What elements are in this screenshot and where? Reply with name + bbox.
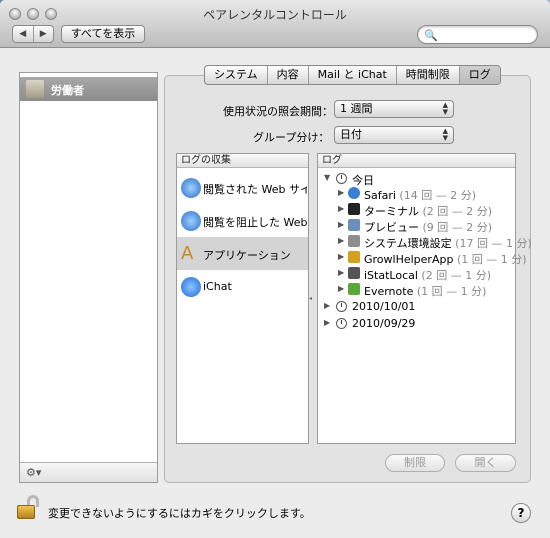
growl-icon xyxy=(348,251,360,263)
group-label: グループ分け： xyxy=(253,131,330,144)
disclosure-closed-icon[interactable]: ▶ xyxy=(338,188,344,197)
search-input[interactable]: 🔍 xyxy=(417,25,538,44)
lock-body xyxy=(17,505,35,519)
app-usage: (1 回 — 1 分) xyxy=(456,253,527,266)
gear-icon[interactable]: ⚙▾ xyxy=(26,466,41,479)
collection-visited-sites[interactable]: 閲覧された Web サイト xyxy=(177,171,308,204)
log-header: ログ xyxy=(318,154,515,168)
collections-list: ログの収集 閲覧された Web サイト 閲覧を阻止した Web サイト A アプ… xyxy=(176,153,309,444)
period-label: 使用状況の照会期間： xyxy=(223,105,333,118)
log-list: ログ ▼ 今日 ▶ Safari (14 回 — 2 分) ▶ ターミナル (2… xyxy=(317,153,532,444)
disclosure-closed-icon[interactable]: ▶ xyxy=(338,204,344,213)
log-app-row[interactable]: ▶ iStatLocal (2 回 — 1 分) xyxy=(318,266,515,282)
collection-blocked-sites[interactable]: 閲覧を阻止した Web サイト xyxy=(177,204,308,237)
app-usage: (17 回 — 1 分) xyxy=(455,237,532,250)
log-group-label: 2010/09/29 xyxy=(352,317,416,330)
period-value: 1 週間 xyxy=(340,102,373,115)
tab-bar: システム 内容 Mail と iChat 時間制限 ログ xyxy=(204,65,501,85)
preview-icon xyxy=(348,219,360,231)
show-all-button[interactable]: すべてを表示 xyxy=(61,25,145,43)
group-popup[interactable]: 日付 ▲ ▼ xyxy=(334,126,454,144)
app-name: iStatLocal xyxy=(364,269,418,282)
collection-label: アプリケーション xyxy=(203,249,291,262)
ichat-icon xyxy=(181,277,201,297)
app-usage: (2 回 — 1 分) xyxy=(421,269,491,282)
collection-label: 閲覧を阻止した Web サイト xyxy=(203,216,307,229)
split-handle-icon[interactable]: ◂ xyxy=(309,295,312,302)
collection-applications[interactable]: A アプリケーション xyxy=(177,237,308,270)
app-usage: (14 回 — 2 分) xyxy=(399,189,476,202)
log-group-date[interactable]: ▶ 2010/09/29 xyxy=(318,316,515,332)
app-name: システム環境設定 xyxy=(364,237,452,250)
app-name: ターミナル xyxy=(364,205,419,218)
app-name: Evernote xyxy=(364,285,414,298)
log-app-row[interactable]: ▶ ターミナル (2 回 — 2 分) xyxy=(318,202,515,218)
restrict-button[interactable]: 制限 xyxy=(385,454,445,472)
app-name: プレビュー xyxy=(364,221,419,234)
popup-arrows-icon: ▲ ▼ xyxy=(442,127,448,142)
app-usage: (2 回 — 2 分) xyxy=(422,205,493,218)
app-usage: (9 回 — 2 分) xyxy=(422,221,493,234)
lock-icon[interactable] xyxy=(17,495,43,519)
popup-arrows-icon: ▲ ▼ xyxy=(442,101,448,116)
tab-logs[interactable]: ログ xyxy=(459,66,500,84)
collection-label: 閲覧された Web サイト xyxy=(203,183,307,196)
log-app-row[interactable]: ▶ プレビュー (9 回 — 2 分) xyxy=(318,218,515,234)
evernote-icon xyxy=(348,283,360,295)
disclosure-closed-icon[interactable]: ▶ xyxy=(324,318,330,327)
titlebar: ペアレンタルコントロール ◀ ▶ すべてを表示 🔍 xyxy=(0,0,550,48)
safari-icon xyxy=(181,178,201,198)
log-group-date[interactable]: ▶ 2010/10/01 xyxy=(318,299,515,315)
disclosure-closed-icon[interactable]: ▶ xyxy=(338,220,344,229)
safari-blocked-icon xyxy=(181,211,201,231)
applications-icon: A xyxy=(181,243,194,264)
disclosure-open-icon[interactable]: ▼ xyxy=(324,173,330,182)
disclosure-closed-icon[interactable]: ▶ xyxy=(338,252,344,261)
disclosure-closed-icon[interactable]: ▶ xyxy=(338,268,344,277)
clock-icon xyxy=(336,173,347,184)
lock-message: 変更できないようにするにはカギをクリックします。 xyxy=(48,507,311,520)
search-icon: 🔍 xyxy=(424,29,438,42)
user-row[interactable]: 労働者 xyxy=(20,77,157,101)
app-name: GrowlHelperApp xyxy=(364,253,454,266)
clock-icon xyxy=(336,301,347,312)
app-usage: (1 回 — 1 分) xyxy=(416,285,487,298)
terminal-icon xyxy=(348,203,360,215)
tab-system[interactable]: システム xyxy=(205,66,268,84)
tab-time-limits[interactable]: 時間制限 xyxy=(397,66,460,84)
user-name: 労働者 xyxy=(51,84,84,97)
disclosure-closed-icon[interactable]: ▶ xyxy=(338,236,344,245)
log-group-label: 2010/10/01 xyxy=(352,300,416,313)
collection-ichat[interactable]: iChat xyxy=(177,270,308,303)
log-app-row[interactable]: ▶ Evernote (1 回 — 1 分) xyxy=(318,282,515,298)
clock-icon xyxy=(336,318,347,329)
user-list-footer: ⚙▾ xyxy=(20,462,157,482)
safari-icon xyxy=(348,187,360,199)
help-button[interactable]: ? xyxy=(511,503,531,523)
disclosure-closed-icon[interactable]: ▶ xyxy=(338,284,344,293)
collection-label: iChat xyxy=(203,280,232,293)
period-popup[interactable]: 1 週間 ▲ ▼ xyxy=(334,100,454,118)
group-value: 日付 xyxy=(340,128,362,141)
log-app-row[interactable]: ▶ システム環境設定 (17 回 — 1 分) xyxy=(318,234,532,250)
forward-button[interactable]: ▶ xyxy=(34,26,54,42)
collections-header: ログの収集 xyxy=(177,154,308,168)
avatar xyxy=(26,80,44,98)
window-title: ペアレンタルコントロール xyxy=(203,8,347,22)
app-name: Safari xyxy=(364,189,396,202)
preferences-window: ペアレンタルコントロール ◀ ▶ すべてを表示 🔍 労働者 ⚙▾ システム 内容… xyxy=(0,0,550,538)
istat-icon xyxy=(348,267,360,279)
back-button[interactable]: ◀ xyxy=(13,26,34,42)
nav-back-forward: ◀ ▶ xyxy=(12,25,54,43)
log-group-today[interactable]: ▼ 今日 xyxy=(318,171,515,187)
log-app-row[interactable]: ▶ GrowlHelperApp (1 回 — 1 分) xyxy=(318,250,527,266)
tab-content[interactable]: 内容 xyxy=(268,66,309,84)
log-app-row[interactable]: ▶ Safari (14 回 — 2 分) xyxy=(318,186,515,202)
system-preferences-icon xyxy=(348,235,360,247)
user-list: 労働者 ⚙▾ xyxy=(19,72,158,483)
tab-mail-ichat[interactable]: Mail と iChat xyxy=(309,66,397,84)
open-button[interactable]: 開く xyxy=(455,454,516,472)
disclosure-closed-icon[interactable]: ▶ xyxy=(324,301,330,310)
